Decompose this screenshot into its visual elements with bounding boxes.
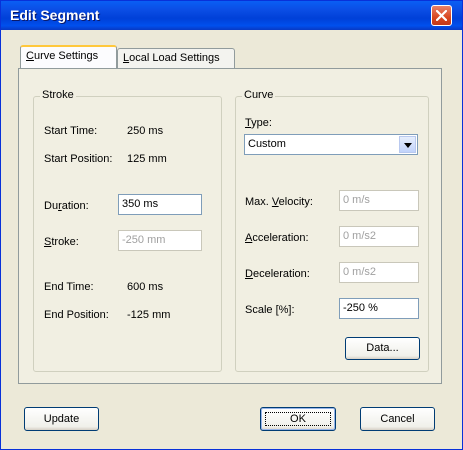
dropdown-button[interactable]	[399, 136, 416, 153]
stroke-group-title: Stroke	[40, 89, 76, 101]
edit-segment-dialog: Edit Segment Curve Settings Local Load S…	[0, 0, 463, 450]
curve-group-title: Curve	[242, 89, 276, 101]
curve-type-value: Custom	[248, 138, 286, 150]
end-position-label: End Position:	[44, 309, 109, 321]
duration-label: Duration:	[44, 200, 89, 212]
update-button[interactable]: Update	[24, 407, 99, 431]
max-velocity-label: Max. Velocity:	[245, 196, 313, 208]
curve-type-dropdown[interactable]: Custom	[244, 134, 418, 155]
start-time-value: 250 ms	[127, 125, 164, 137]
start-time-label: Start Time:	[44, 125, 98, 137]
acceleration-label: Acceleration:	[245, 232, 309, 244]
scale-label: Scale [%]:	[245, 304, 295, 316]
max-velocity-input[interactable]: 0 m/s	[339, 190, 419, 211]
deceleration-label: Deceleration:	[245, 268, 310, 280]
start-position-label: Start Position:	[44, 153, 113, 165]
start-position-value: 125 mm	[127, 153, 167, 165]
stroke-label: Stroke:	[44, 236, 79, 248]
tab-local-load-settings[interactable]: Local Load Settings	[117, 48, 235, 69]
close-button[interactable]	[431, 5, 452, 26]
tab-curve-settings[interactable]: Curve Settings	[20, 45, 117, 69]
focus-rect	[265, 412, 331, 426]
end-time-value: 600 ms	[127, 281, 164, 293]
tab-label: urve Settings	[33, 50, 99, 62]
end-position-value: -125 mm	[127, 309, 171, 321]
stroke-input[interactable]: -250 mm	[118, 230, 202, 251]
curve-settings-panel: Stroke Start Time: 250 ms Start Position…	[18, 68, 442, 384]
deceleration-input[interactable]: 0 m/s2	[339, 262, 419, 283]
acceleration-input[interactable]: 0 m/s2	[339, 226, 419, 247]
end-time-label: End Time:	[44, 281, 94, 293]
type-label: Type:	[245, 117, 272, 129]
tab-label-key: C	[26, 50, 34, 62]
scale-input[interactable]: -250 %	[339, 298, 419, 319]
data-button[interactable]: Data...	[345, 337, 420, 360]
close-icon	[436, 10, 447, 21]
tab-label: ocal Load Settings	[129, 52, 220, 64]
chevron-down-icon	[404, 143, 412, 148]
dialog-title: Edit Segment	[10, 7, 100, 23]
title-bar[interactable]: Edit Segment	[1, 1, 462, 30]
duration-input[interactable]: 350 ms	[118, 194, 202, 215]
ok-button[interactable]: OK	[260, 407, 336, 431]
cancel-button[interactable]: Cancel	[360, 407, 435, 431]
